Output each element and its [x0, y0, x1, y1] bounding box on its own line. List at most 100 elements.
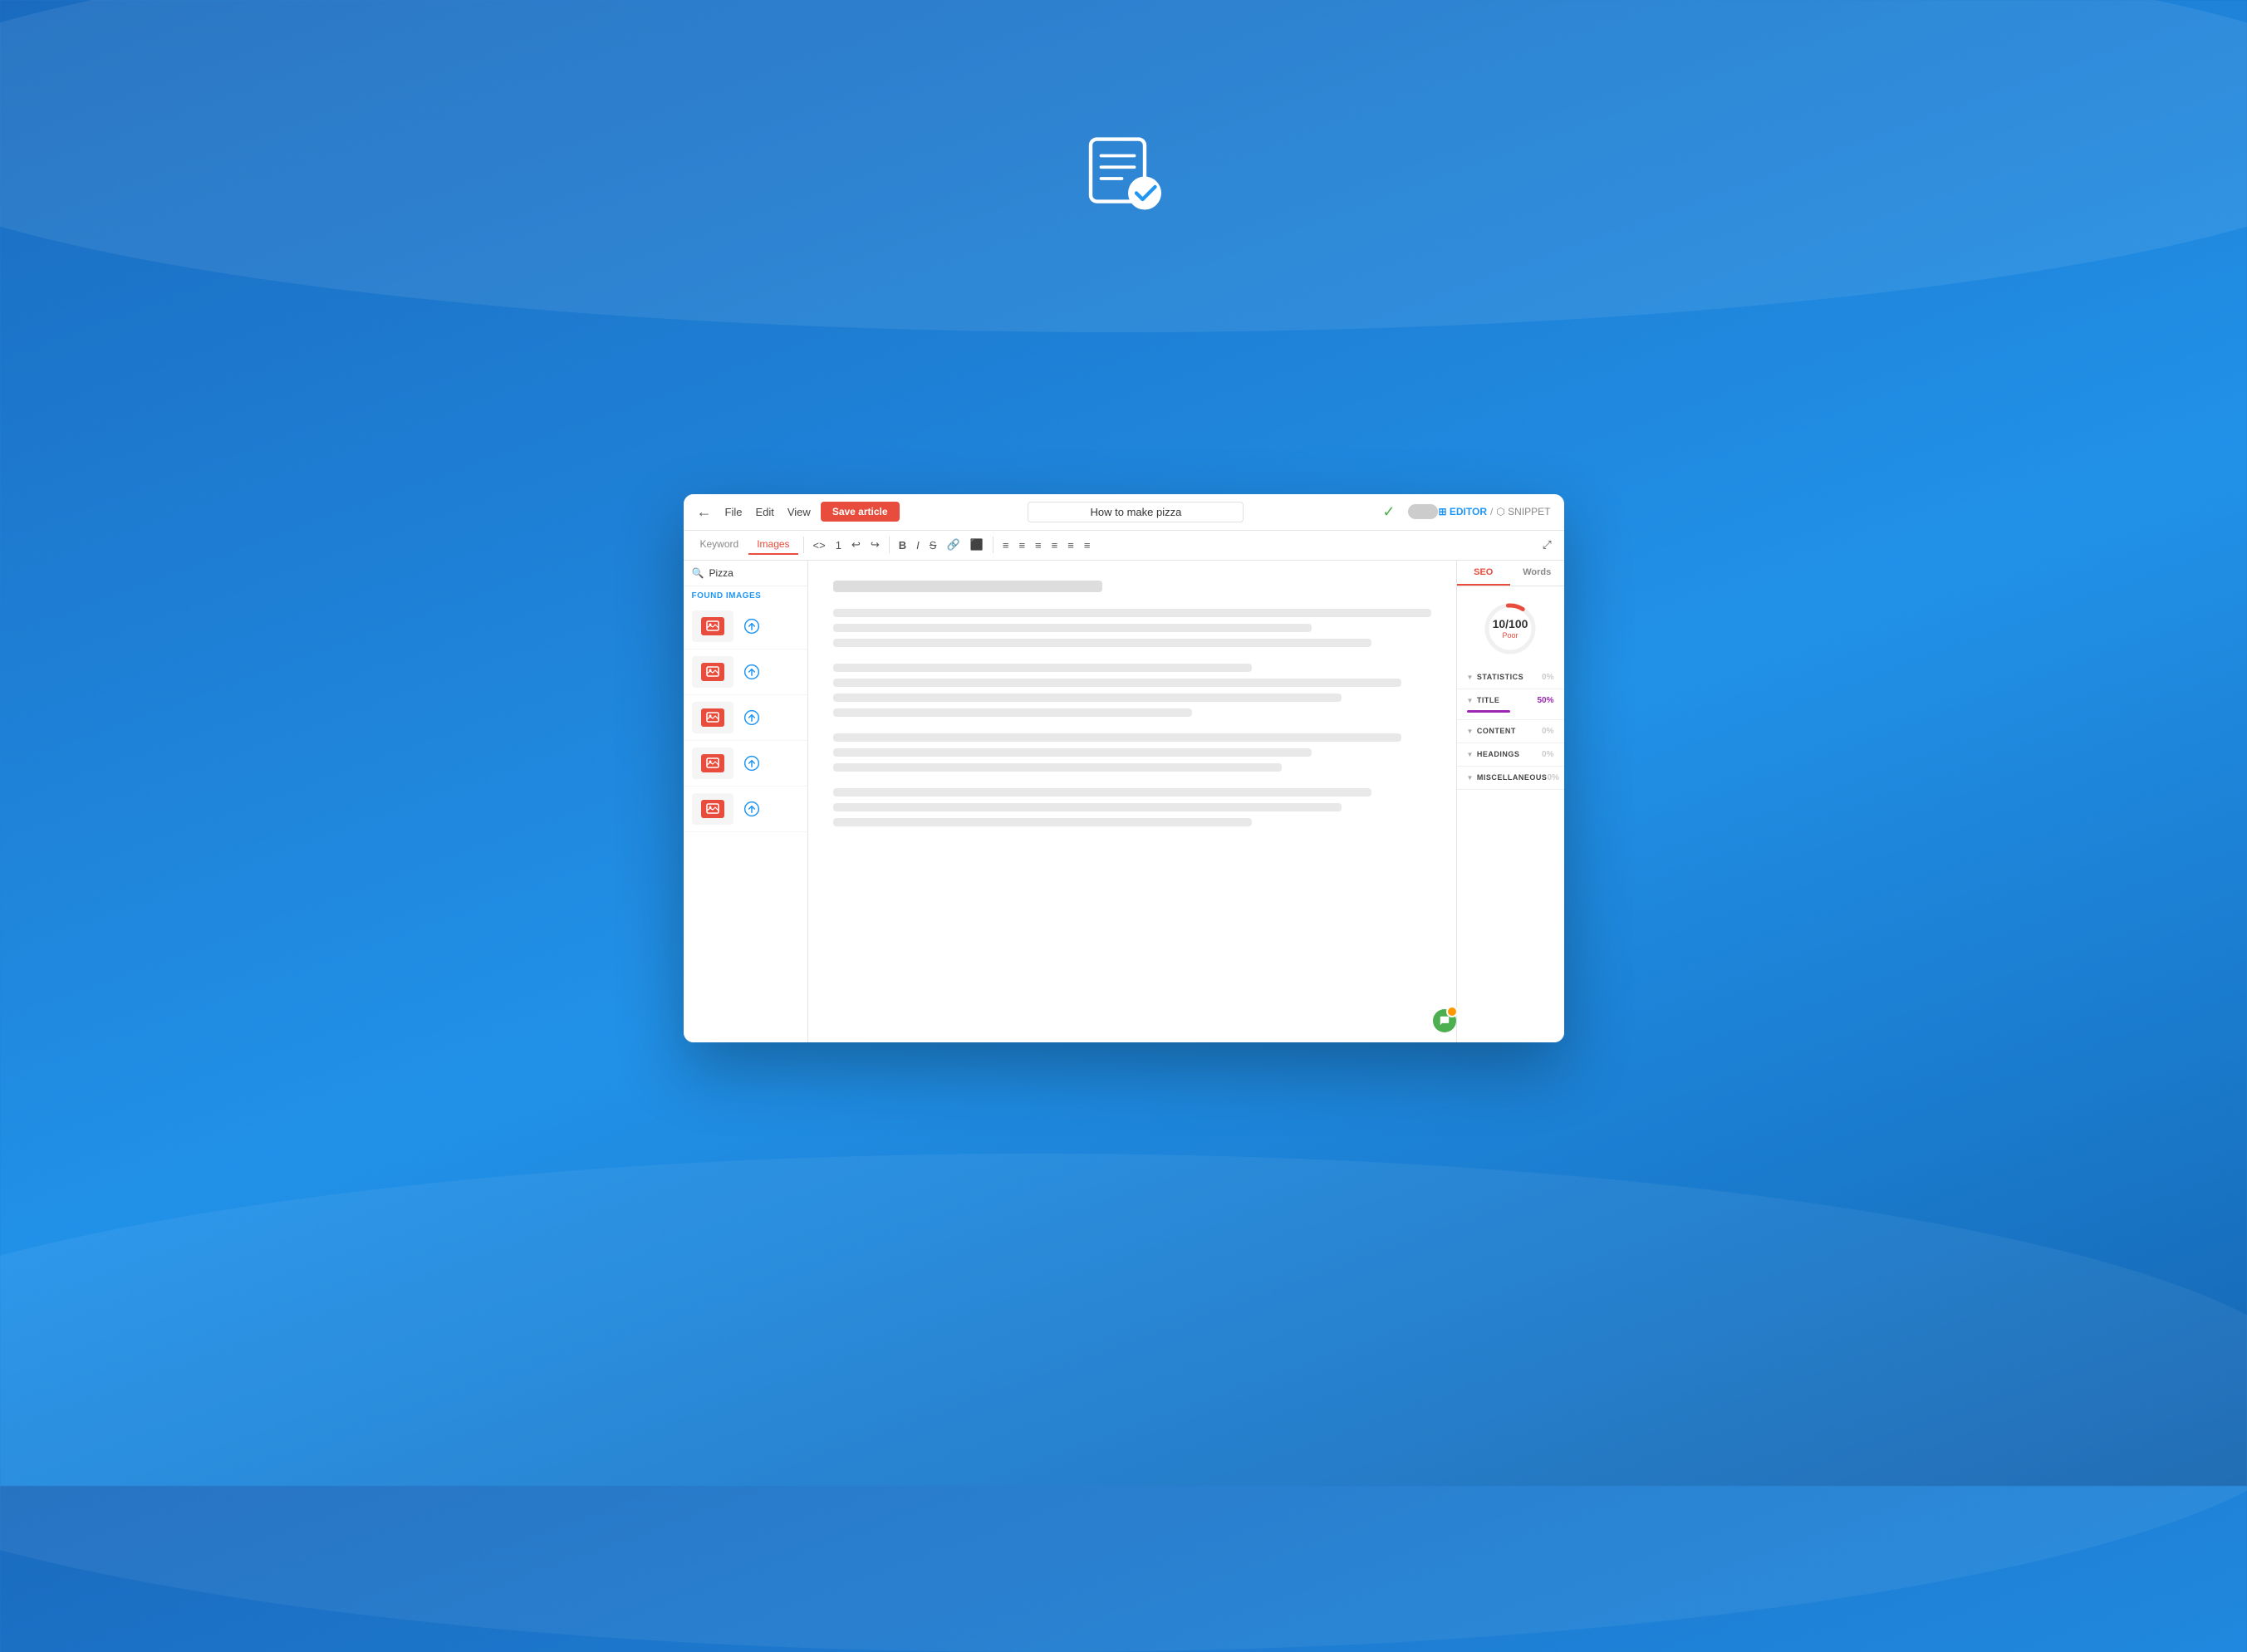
tab-words[interactable]: Words: [1510, 561, 1564, 586]
toolbar-code-btn[interactable]: <>: [809, 537, 830, 554]
content-line: [833, 624, 1312, 632]
menu-edit[interactable]: Edit: [755, 506, 773, 518]
seo-section-miscellaneous: ▼ MISCELLANEOUS 0%: [1457, 767, 1564, 790]
content-line: [833, 708, 1192, 717]
toolbar-h1-btn[interactable]: 1: [832, 537, 846, 554]
toolbar-link-btn[interactable]: 🔗: [942, 536, 964, 554]
content-line: [833, 679, 1401, 687]
list-item: [684, 650, 807, 695]
image-thumbnail: [692, 793, 733, 825]
menu-file[interactable]: File: [725, 506, 743, 518]
chevron-down-icon: ▼: [1467, 674, 1474, 681]
seo-section-title: ▼ TITLE 50%: [1457, 689, 1564, 720]
tab-images[interactable]: Images: [748, 535, 797, 555]
content-line: [833, 639, 1371, 647]
toolbar-redo-btn[interactable]: ↪: [866, 536, 884, 554]
toolbar-align-left-btn[interactable]: ≡: [998, 537, 1013, 554]
content-line: [833, 748, 1312, 757]
seo-section-content: ▼ CONTENT 0%: [1457, 720, 1564, 743]
list-item: [684, 741, 807, 787]
image-placeholder-icon: [701, 617, 724, 635]
upload-button[interactable]: [740, 615, 763, 638]
list-item: [684, 604, 807, 650]
content-line: [833, 609, 1431, 617]
image-placeholder-icon: [701, 754, 724, 772]
title-bar: ← File Edit View Save article ✓ ⊞ EDITOR…: [684, 494, 1564, 531]
toolbar-list-btn[interactable]: ≡: [1063, 537, 1078, 554]
chat-bubble-button[interactable]: [1433, 1009, 1456, 1032]
seo-statistics-title: ▼ STATISTICS: [1467, 673, 1524, 681]
title-input-wrap: [900, 502, 1373, 522]
content-block-3: [833, 733, 1431, 772]
seo-title-bar: [1467, 710, 1511, 713]
toolbar: Keyword Images <> 1 ↩ ↪ B I S 🔗 ⬛ ≡ ≡ ≡ …: [684, 531, 1564, 561]
image-thumbnail: [692, 748, 733, 779]
score-circle: 10/100 Poor: [1481, 600, 1539, 658]
upload-button[interactable]: [740, 660, 763, 684]
seo-section-statistics-header[interactable]: ▼ STATISTICS 0%: [1467, 673, 1554, 682]
save-article-button[interactable]: Save article: [821, 502, 900, 522]
tab-seo[interactable]: SEO: [1457, 561, 1511, 586]
content-title-placeholder: [833, 581, 1102, 592]
main-area: 🔍 FOUND IMAGES: [684, 561, 1564, 1042]
list-item: [684, 787, 807, 832]
seo-section-misc-header[interactable]: ▼ MISCELLANEOUS 0%: [1467, 773, 1554, 782]
editor-text-area[interactable]: [808, 561, 1456, 1042]
content-block-4: [833, 788, 1431, 826]
menu-view[interactable]: View: [787, 506, 811, 518]
toolbar-align-center-btn[interactable]: ≡: [1014, 537, 1029, 554]
chevron-down-icon: ▼: [1467, 697, 1474, 704]
content-block-2: [833, 664, 1431, 717]
toolbar-undo-btn[interactable]: ↩: [847, 536, 865, 554]
content-line: [833, 818, 1252, 826]
fullscreen-button[interactable]: ⤢: [1538, 536, 1556, 554]
toolbar-image-btn[interactable]: ⬛: [966, 536, 988, 554]
seo-content-pct: 0%: [1542, 727, 1553, 736]
article-title-input[interactable]: [1028, 502, 1244, 522]
content-line: [833, 763, 1282, 772]
mode-toggle[interactable]: [1408, 504, 1438, 519]
chevron-down-icon: ▼: [1467, 728, 1474, 735]
content-block-title: [833, 581, 1431, 592]
upload-button[interactable]: [740, 797, 763, 821]
upload-button[interactable]: [740, 752, 763, 775]
toolbar-ordered-list-btn[interactable]: ≡: [1080, 537, 1095, 554]
image-placeholder-icon: [701, 708, 724, 727]
seo-section-statistics: ▼ STATISTICS 0%: [1457, 666, 1564, 689]
score-wrap: 10/100 Poor: [1457, 586, 1564, 666]
tab-keyword[interactable]: Keyword: [692, 535, 748, 555]
seo-tabs: SEO Words: [1457, 561, 1564, 586]
seo-section-headings-header[interactable]: ▼ HEADINGS 0%: [1467, 750, 1554, 759]
chevron-down-icon: ▼: [1467, 751, 1474, 758]
chevron-down-icon: ▼: [1467, 774, 1474, 782]
seo-misc-pct: 0%: [1547, 773, 1558, 782]
image-placeholder-icon: [701, 663, 724, 681]
seo-section-content-header[interactable]: ▼ CONTENT 0%: [1467, 727, 1554, 736]
upload-button[interactable]: [740, 706, 763, 729]
image-placeholder-icon: [701, 800, 724, 818]
seo-misc-label: ▼ MISCELLANEOUS: [1467, 773, 1548, 782]
content-line: [833, 664, 1252, 672]
seo-content-label: ▼ CONTENT: [1467, 727, 1516, 735]
back-button[interactable]: ←: [697, 503, 712, 521]
seo-panel: SEO Words 10/100 Poor: [1456, 561, 1564, 1042]
image-thumbnail: [692, 702, 733, 733]
toolbar-align-right-btn[interactable]: ≡: [1031, 537, 1046, 554]
toolbar-divider-1: [803, 537, 804, 553]
search-icon: 🔍: [692, 567, 704, 579]
tab-editor[interactable]: ⊞ EDITOR: [1438, 506, 1487, 517]
seo-section-title-header[interactable]: ▼ TITLE 50%: [1467, 696, 1554, 705]
toolbar-italic-btn[interactable]: I: [912, 537, 924, 554]
content-line: [833, 733, 1401, 742]
image-search-input[interactable]: [709, 567, 798, 579]
toolbar-strike-btn[interactable]: S: [925, 537, 941, 554]
toolbar-divider-2: [889, 537, 890, 553]
tab-separator: /: [1490, 506, 1493, 517]
content-line: [833, 803, 1342, 811]
tab-snippet[interactable]: ⬡ SNIPPET: [1496, 506, 1550, 517]
score-inner: 10/100 Poor: [1493, 618, 1528, 640]
toolbar-align-justify-btn[interactable]: ≡: [1047, 537, 1062, 554]
seo-title-label: ▼ TITLE: [1467, 696, 1500, 704]
seo-statistics-pct: 0%: [1542, 673, 1553, 682]
toolbar-bold-btn[interactable]: B: [895, 537, 910, 554]
